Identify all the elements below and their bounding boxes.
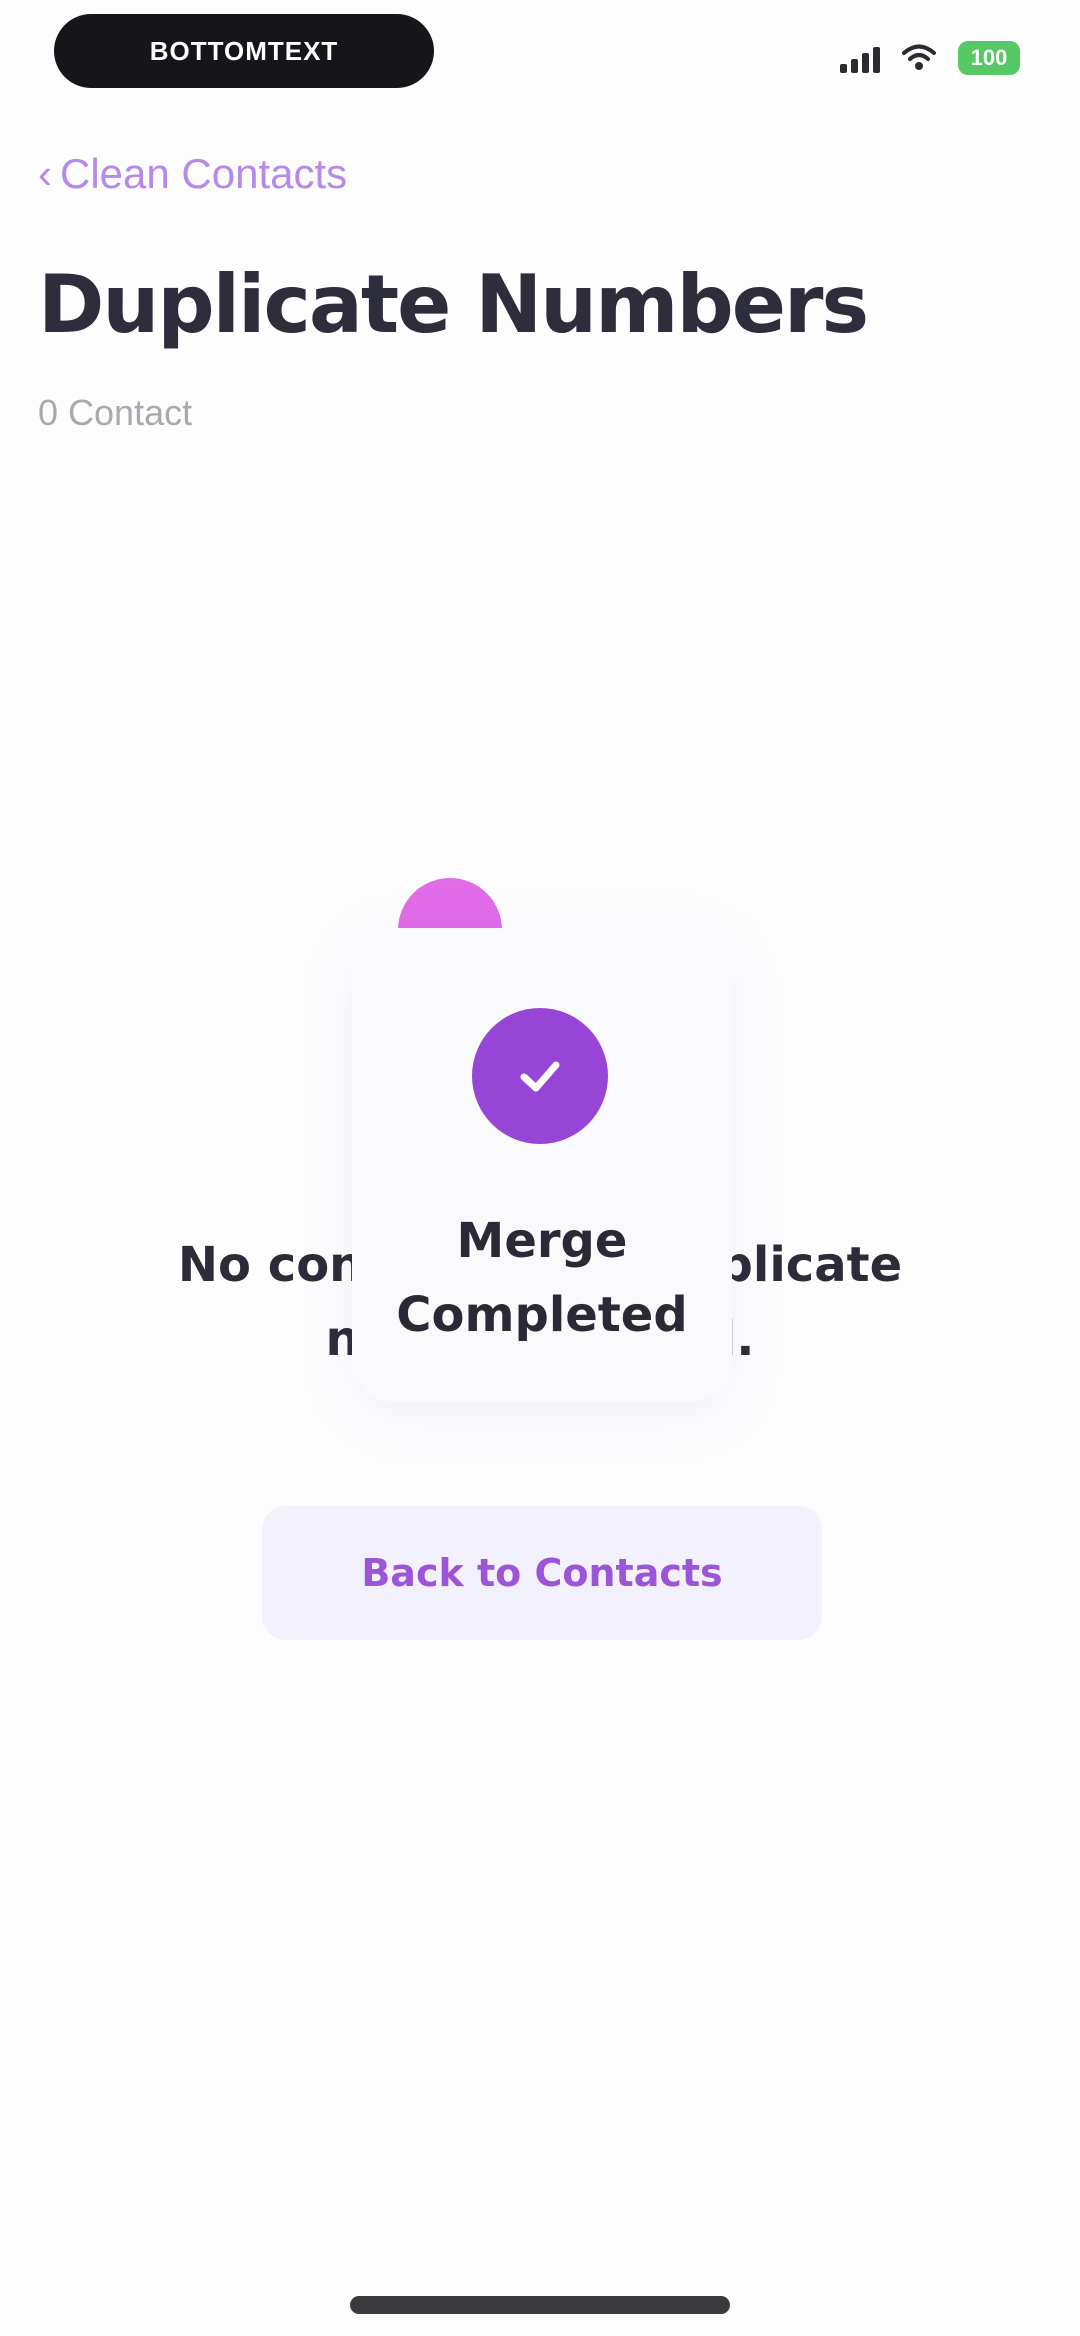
wifi-icon bbox=[902, 44, 936, 70]
battery-icon: 100 bbox=[958, 41, 1020, 75]
back-to-contacts-button[interactable]: Back to Contacts bbox=[262, 1506, 822, 1640]
status-icons: 100 bbox=[840, 34, 1020, 82]
merge-completed-title: Merge Completed bbox=[396, 1213, 688, 1343]
contact-count: 0 Contact bbox=[38, 392, 193, 433]
checkmark-icon bbox=[520, 1061, 560, 1092]
page-title: Duplicate Numbers bbox=[38, 258, 869, 351]
back-to-clean-contacts-link[interactable]: ‹ Clean Contacts bbox=[38, 150, 347, 198]
home-indicator[interactable] bbox=[350, 2296, 730, 2314]
back-link-label: Clean Contacts bbox=[60, 150, 348, 197]
success-checkmark-icon bbox=[472, 1008, 608, 1144]
chevron-left-icon: ‹ bbox=[38, 150, 52, 197]
battery-level: 100 bbox=[970, 45, 1008, 70]
status-bar-app-pill[interactable]: BOTTOMTEXT bbox=[54, 14, 434, 88]
cellular-signal-icon bbox=[840, 43, 880, 73]
